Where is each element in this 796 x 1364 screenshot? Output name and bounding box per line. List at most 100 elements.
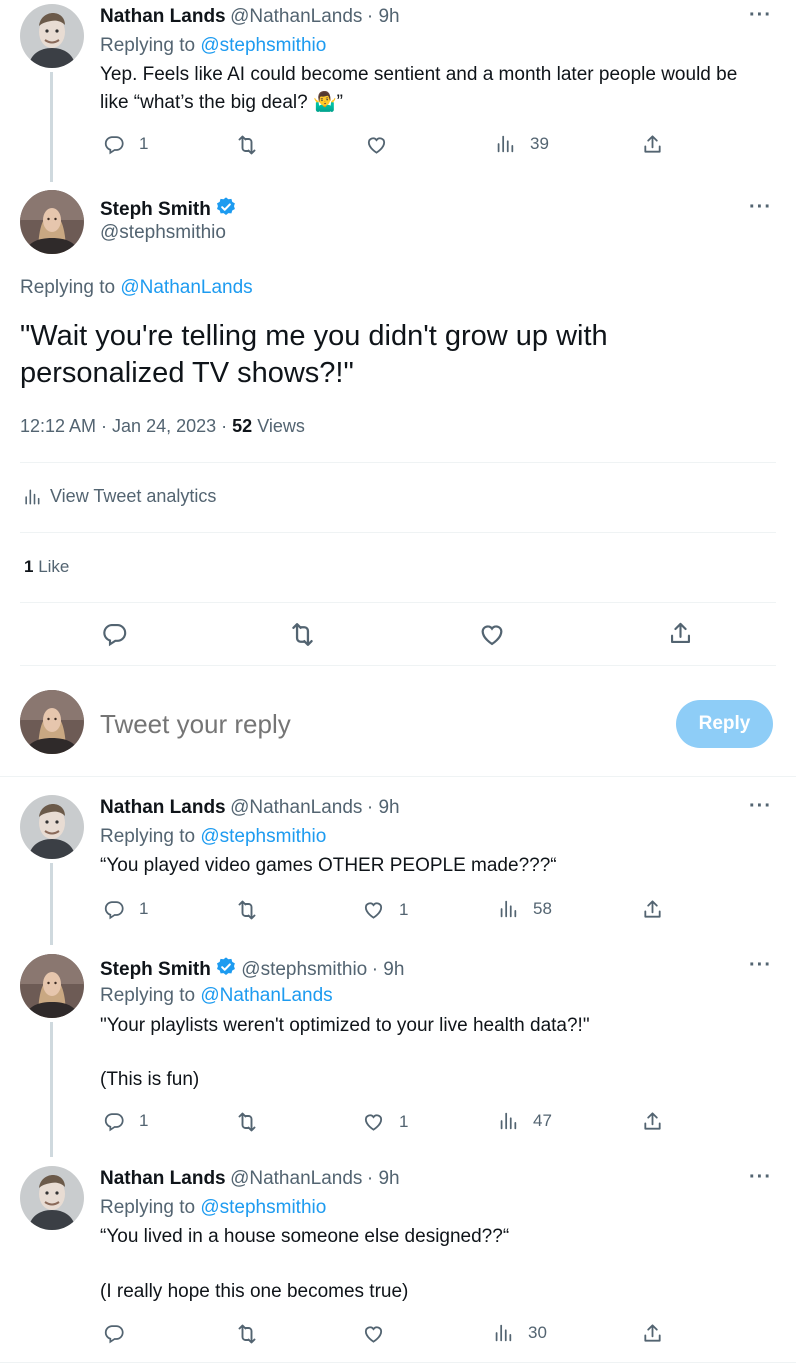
divider: [20, 462, 776, 463]
more-options-button[interactable]: ···: [749, 954, 772, 977]
reply-icon: [103, 898, 125, 920]
likes-count: 1: [24, 557, 34, 576]
tweet-text: "Your playlists weren't optimized to you…: [100, 1015, 590, 1036]
tweet-time[interactable]: · 9h: [367, 1168, 400, 1189]
replying-to-label: Replying to: [100, 35, 196, 56]
author-name[interactable]: Nathan Lands: [100, 1168, 226, 1189]
views-icon: [497, 898, 519, 920]
author-name[interactable]: Steph Smith: [100, 199, 211, 220]
more-options-button[interactable]: ···: [749, 795, 772, 818]
tweet-text: like “what’s the big deal?: [100, 92, 313, 113]
like-action[interactable]: 1: [362, 1110, 408, 1133]
divider: [0, 776, 796, 777]
replying-to-link[interactable]: @NathanLands: [120, 277, 252, 298]
retweet-icon: [235, 133, 259, 157]
author-handle[interactable]: @stephsmithio: [241, 959, 367, 980]
like-action[interactable]: [365, 133, 388, 156]
retweet-action[interactable]: [235, 133, 259, 157]
author-handle[interactable]: @stephsmithio: [100, 222, 226, 244]
verified-badge-icon: [215, 196, 237, 218]
avatar[interactable]: [20, 1166, 84, 1230]
avatar[interactable]: [20, 190, 84, 254]
avatar[interactable]: [20, 954, 84, 1018]
like-action[interactable]: [362, 1322, 385, 1345]
replying-to: Replying to @stephsmithio: [100, 1197, 326, 1219]
views-count: 47: [533, 1111, 552, 1130]
view-tweet-analytics[interactable]: View Tweet analytics: [22, 486, 216, 507]
timestamp[interactable]: 12:12 AM · Jan 24, 2023 ·: [20, 416, 227, 436]
reply-action[interactable]: 1: [103, 133, 148, 155]
like-count: 1: [399, 1111, 409, 1131]
reply-input[interactable]: [100, 704, 620, 744]
author-name[interactable]: Nathan Lands: [100, 797, 226, 818]
replying-to-link[interactable]: @stephsmithio: [200, 826, 326, 847]
replying-to-link[interactable]: @stephsmithio: [200, 35, 326, 56]
author-handle[interactable]: @NathanLands: [230, 797, 362, 818]
reply-icon: [101, 620, 128, 647]
like-icon: [362, 1322, 385, 1345]
like-icon: [362, 1110, 385, 1133]
author-handle[interactable]: @NathanLands: [230, 6, 362, 27]
reply-button[interactable]: Reply: [676, 700, 773, 748]
views-action[interactable]: 47: [497, 1110, 552, 1132]
reply-action[interactable]: [101, 620, 128, 647]
retweet-icon: [288, 620, 317, 649]
tweet-text-line: Yep. Feels like AI could become sentient…: [100, 64, 738, 85]
like-count: 1: [399, 899, 409, 919]
author-handle[interactable]: @NathanLands: [230, 1168, 362, 1189]
author-name[interactable]: Nathan Lands: [100, 6, 226, 27]
views-icon: [494, 133, 516, 155]
more-options-button[interactable]: ···: [749, 196, 772, 219]
replying-to-label: Replying to: [100, 1197, 196, 1218]
tweet-meta: 12:12 AM · Jan 24, 2023 · 52 Views: [20, 416, 305, 437]
tweet-time[interactable]: · 9h: [367, 797, 400, 818]
analytics-icon: [22, 487, 42, 507]
avatar[interactable]: [20, 4, 84, 68]
tweet-time[interactable]: · 9h: [372, 959, 405, 980]
share-action[interactable]: [641, 1322, 664, 1345]
share-action[interactable]: [667, 620, 694, 647]
retweet-action[interactable]: [235, 898, 259, 922]
tweet-header: Nathan Lands @NathanLands · 9h: [100, 797, 400, 819]
avatar-image: [20, 4, 84, 68]
replying-to: Replying to @NathanLands: [100, 985, 333, 1007]
retweet-action[interactable]: [288, 620, 317, 649]
retweet-action[interactable]: [235, 1322, 259, 1346]
tweet-time[interactable]: · 9h: [367, 6, 400, 27]
more-options-button[interactable]: ···: [749, 1166, 772, 1189]
author-name[interactable]: Steph Smith: [100, 959, 211, 980]
replying-to-link[interactable]: @NathanLands: [200, 985, 332, 1006]
reply-icon: [103, 133, 125, 155]
more-options-button[interactable]: ···: [749, 4, 772, 27]
views-action[interactable]: 58: [497, 898, 552, 920]
retweet-icon: [235, 1110, 259, 1134]
like-action[interactable]: [478, 620, 506, 648]
avatar[interactable]: [20, 795, 84, 859]
like-icon: [478, 620, 506, 648]
divider: [0, 1362, 796, 1363]
avatar[interactable]: [20, 690, 84, 754]
retweet-action[interactable]: [235, 1110, 259, 1134]
thread-line: [50, 72, 53, 182]
replying-to-label: Replying to: [100, 985, 196, 1006]
tweet-text: (This is fun): [100, 1069, 200, 1090]
share-action[interactable]: [641, 1110, 664, 1133]
reply-action[interactable]: [103, 1322, 125, 1344]
replying-to-link[interactable]: @stephsmithio: [200, 1197, 326, 1218]
replying-to: Replying to @stephsmithio: [100, 35, 326, 57]
like-action[interactable]: 1: [362, 898, 408, 921]
reply-action[interactable]: 1: [103, 1110, 148, 1132]
share-action[interactable]: [641, 898, 664, 921]
likes-summary[interactable]: 1 Like: [24, 557, 69, 577]
views-action[interactable]: 39: [494, 133, 549, 155]
avatar-image: [20, 190, 84, 254]
replying-to: Replying to @NathanLands: [20, 277, 253, 299]
views-action[interactable]: 30: [492, 1322, 547, 1344]
main-tweet-text-line: personalized TV shows?!": [20, 357, 354, 389]
thread-line: [50, 863, 53, 945]
replying-to-label: Replying to: [20, 277, 116, 298]
divider: [20, 602, 776, 603]
share-action[interactable]: [641, 133, 664, 156]
reply-action[interactable]: 1: [103, 898, 148, 920]
replying-to: Replying to @stephsmithio: [100, 826, 326, 848]
